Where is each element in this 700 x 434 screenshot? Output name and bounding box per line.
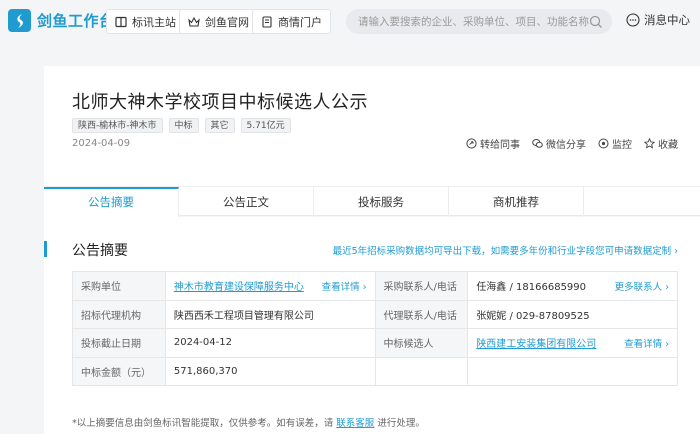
- tab-body[interactable]: 公告正文: [179, 187, 314, 217]
- action-label: 微信分享: [546, 140, 586, 151]
- tab-bidding-service[interactable]: 投标服务: [314, 187, 449, 217]
- data-export-text: 最近5年招标采购数据均可导出下载，如需要多年份和行业字段您可申请数据定制: [332, 246, 672, 257]
- nav-button-official-site[interactable]: 剑鱼官网: [179, 9, 258, 34]
- value-winning-candidate: 陕西建工安装集团有限公司 查看详情 ›: [467, 328, 678, 358]
- value-agency-contact: 张妮妮 / 029-87809525: [467, 299, 678, 329]
- empty-cell: [467, 356, 678, 386]
- notice-tabs: 公告摘要 公告正文 投标服务 商机推荐: [44, 186, 700, 217]
- notice-title: 北师大神木学校项目中标候选人公示: [72, 92, 368, 113]
- forward-to-colleague-button[interactable]: 转给同事: [466, 136, 520, 151]
- search-bar: [346, 9, 612, 34]
- value-purchaser-contact: 任海鑫 / 18166685990 更多联系人 ›: [467, 271, 678, 301]
- swordfish-logo-icon: [8, 9, 31, 32]
- value-agency: 陕西西禾工程项目管理有限公司: [164, 299, 376, 329]
- search-icon[interactable]: [589, 15, 603, 29]
- purchaser-link[interactable]: 神木市教育建设保障服务中心: [174, 282, 304, 293]
- table-row: 招标代理机构 陕西西禾工程项目管理有限公司 代理联系人/电话 张妮妮 / 029…: [72, 299, 678, 329]
- table-row: 采购单位 神木市教育建设保障服务中心 查看详情 › 采购联系人/电话 任海鑫 /…: [72, 271, 678, 301]
- nav-button-bidding-main[interactable]: 标讯主站: [106, 9, 185, 34]
- empty-cell: [374, 356, 469, 386]
- value-deadline: 2024-04-12: [164, 328, 376, 358]
- note-suffix: 进行处理。: [377, 418, 425, 429]
- summary-table: 采购单位 神木市教育建设保障服务中心 查看详情 › 采购联系人/电话 任海鑫 /…: [72, 271, 678, 386]
- nav-label: 商情门户: [278, 15, 322, 29]
- note-prefix: *以上摘要信息由剑鱼标讯智能提取，仅供参考。如有误差，请: [72, 418, 334, 429]
- brand-logo[interactable]: 剑鱼工作台: [8, 9, 115, 32]
- tab-opportunities[interactable]: 商机推荐: [449, 187, 584, 217]
- label-purchaser: 采购单位: [72, 271, 166, 301]
- candidate-view-details[interactable]: 查看详情 ›: [624, 336, 669, 350]
- message-center-button[interactable]: 消息中心: [626, 12, 690, 28]
- nav-label: 标讯主站: [132, 15, 176, 29]
- label-purchaser-contact: 采购联系人/电话: [374, 271, 469, 301]
- summary-section: 公告摘要 最近5年招标采购数据均可导出下载，如需要多年份和行业字段您可申请数据定…: [44, 217, 700, 434]
- label-agency-contact: 代理联系人/电话: [374, 299, 469, 329]
- monitor-icon: [598, 138, 609, 149]
- purchaser-contact-text: 任海鑫 / 18166685990: [476, 282, 587, 294]
- top-bar: 剑鱼工作台 标讯主站 剑鱼官网 商情门户 消息中心: [0, 0, 700, 44]
- crown-icon: [188, 16, 200, 28]
- label-deadline: 投标截止日期: [72, 328, 166, 358]
- tag-region: 陕西-榆林市-神木市: [72, 118, 163, 133]
- candidate-link[interactable]: 陕西建工安装集团有限公司: [476, 339, 596, 350]
- action-label: 收藏: [658, 140, 678, 151]
- brand-name: 剑鱼工作台: [37, 12, 115, 30]
- more-contacts-link[interactable]: 更多联系人 ›: [615, 279, 669, 293]
- nav-label: 剑鱼官网: [205, 15, 249, 29]
- value-purchaser: 神木市教育建设保障服务中心 查看详情 ›: [164, 271, 376, 301]
- label-agency: 招标代理机构: [72, 299, 166, 329]
- label-amount: 中标金额（元）: [72, 356, 166, 386]
- book-icon: [115, 16, 127, 28]
- tag-category: 其它: [204, 118, 235, 133]
- value-amount: 571,860,370: [164, 356, 376, 386]
- notice-date: 2024-04-09: [72, 138, 131, 149]
- favorite-button[interactable]: 收藏: [644, 136, 678, 151]
- star-icon: [644, 138, 655, 149]
- chevron-right-icon: ›: [674, 246, 678, 257]
- more-label: 查看详情: [321, 281, 360, 293]
- more-label: 查看详情: [624, 338, 663, 350]
- more-label: 更多联系人: [614, 281, 663, 293]
- share-icon: [466, 138, 477, 149]
- contact-support-link[interactable]: 联系客服: [336, 418, 374, 429]
- notice-actions: 转给同事 微信分享 监控 收藏: [454, 136, 678, 151]
- label-winning-candidate: 中标候选人: [374, 328, 469, 358]
- table-row: 中标金额（元） 571,860,370: [72, 356, 678, 386]
- notice-header-card: 北师大神木学校项目中标候选人公示 陕西-榆林市-神木市 中标 其它 5.71亿元…: [44, 66, 700, 186]
- action-label: 转给同事: [480, 140, 520, 151]
- action-label: 监控: [612, 140, 632, 151]
- section-accent-bar: [44, 241, 47, 257]
- data-export-link[interactable]: 最近5年招标采购数据均可导出下载，如需要多年份和行业字段您可申请数据定制 ›: [333, 243, 678, 257]
- message-center-label: 消息中心: [644, 13, 690, 27]
- tag-amount: 5.71亿元: [240, 118, 291, 133]
- table-row: 投标截止日期 2024-04-12 中标候选人 陕西建工安装集团有限公司 查看详…: [72, 328, 678, 358]
- section-title: 公告摘要: [72, 243, 128, 259]
- chat-bubble-icon: [626, 13, 640, 27]
- notice-tags: 陕西-榆林市-神木市 中标 其它 5.71亿元: [72, 118, 297, 133]
- tab-summary[interactable]: 公告摘要: [44, 187, 179, 217]
- search-input[interactable]: [346, 15, 589, 28]
- nav-button-business-portal[interactable]: 商情门户: [252, 9, 331, 34]
- purchaser-view-details[interactable]: 查看详情 ›: [322, 279, 367, 293]
- tag-type: 中标: [168, 118, 199, 133]
- wechat-icon: [532, 139, 543, 148]
- monitor-button[interactable]: 监控: [598, 136, 632, 151]
- wechat-share-button[interactable]: 微信分享: [532, 136, 586, 151]
- disclaimer-note: *以上摘要信息由剑鱼标讯智能提取，仅供参考。如有误差，请 联系客服 进行处理。: [72, 415, 425, 429]
- document-icon: [261, 15, 273, 28]
